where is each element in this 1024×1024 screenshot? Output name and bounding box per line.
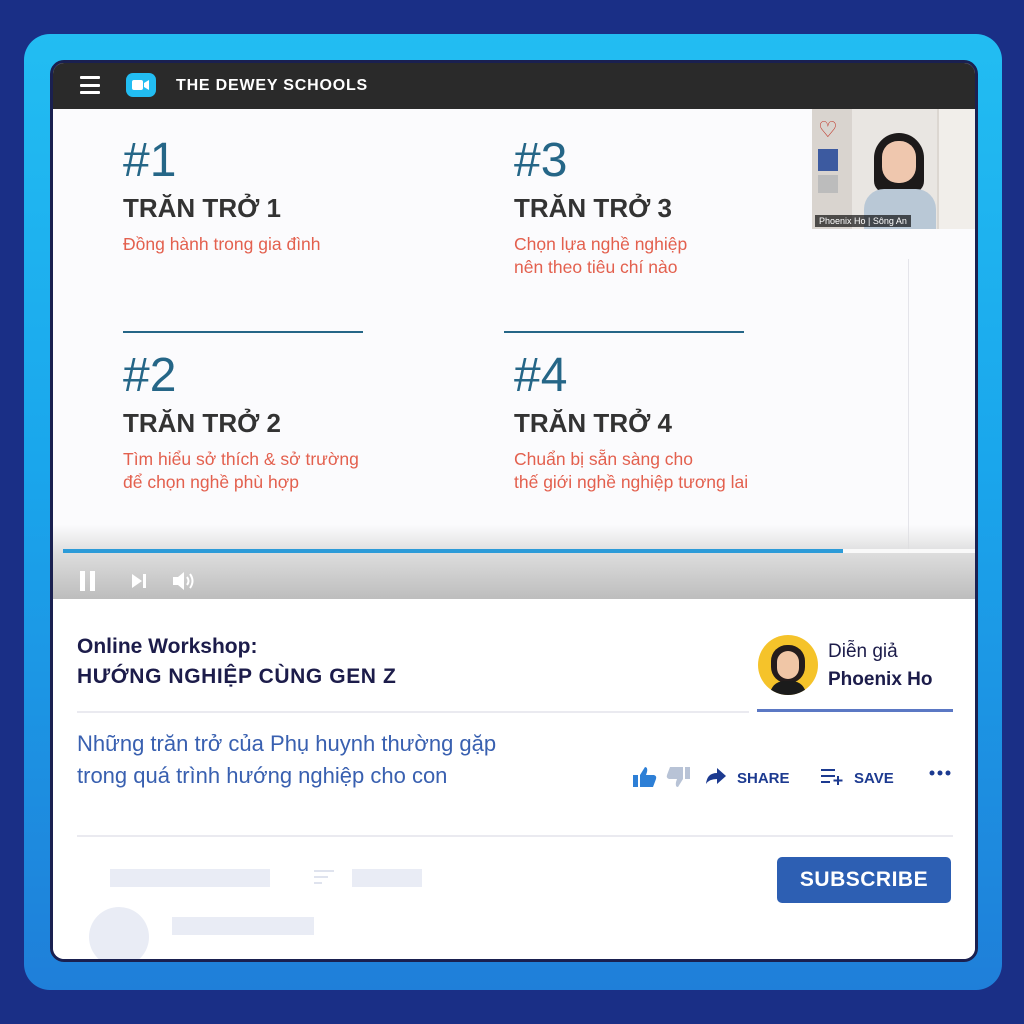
cam-door <box>937 109 975 229</box>
item-desc: Chuẩn bị sẵn sàng cho thế giới nghề nghi… <box>514 448 748 494</box>
item-desc-line: thế giới nghề nghiệp tương lai <box>514 472 749 492</box>
more-icon[interactable] <box>928 769 952 777</box>
thumbs-up-icon <box>632 765 658 793</box>
share-button[interactable]: SHARE <box>705 767 790 789</box>
placeholder-avatar <box>89 907 149 959</box>
speaker-avatar[interactable] <box>758 635 818 695</box>
pause-icon[interactable] <box>80 571 96 591</box>
item-number: #4 <box>514 349 568 402</box>
item-desc-line: Chuẩn bị sẵn sàng cho <box>514 449 694 469</box>
speaker-underline <box>757 709 953 712</box>
item-title: TRĂN TRỞ 1 <box>123 193 281 223</box>
slide-item-1: #1 TRĂN TRỞ 1 Đồng hành trong gia đình <box>123 137 321 256</box>
item-desc-line: Chọn lựa nghề nghiệp <box>514 234 688 254</box>
item-desc: Tìm hiểu sở thích & sở trường để chọn ng… <box>123 448 359 494</box>
placeholder-bar <box>110 869 270 887</box>
share-label: SHARE <box>737 769 790 787</box>
save-playlist-icon <box>820 767 844 789</box>
video-camera-icon <box>126 73 156 97</box>
progress-fill <box>63 549 843 553</box>
save-label: SAVE <box>854 769 894 787</box>
hamburger-icon[interactable] <box>80 76 100 94</box>
section-divider <box>77 835 953 837</box>
item-desc-line: nên theo tiêu chí nào <box>514 257 678 277</box>
item-desc-line: Đồng hành trong gia đình <box>123 234 321 254</box>
skip-next-icon[interactable] <box>130 572 148 595</box>
video-description-line: Những trăn trở của Phụ huynh thường gặp <box>77 731 497 756</box>
speaker-camera-feed[interactable]: ♡ Phoenix Ho | Sông An <box>812 109 975 229</box>
item-title: TRĂN TRỞ 2 <box>123 408 281 438</box>
like-button[interactable] <box>632 765 658 793</box>
placeholder-bar <box>172 917 314 935</box>
subscribe-button[interactable]: SUBSCRIBE <box>777 857 951 903</box>
video-description-line: trong quá trình hướng nghiệp cho con <box>77 763 448 788</box>
video-window: THE DEWEY SCHOOLS #1 TRĂN TRỞ 1 Đồng hàn… <box>50 60 978 962</box>
video-info-panel: Online Workshop: HƯỚNG NGHIỆP CÙNG GEN Z… <box>53 599 975 959</box>
item-desc: Đồng hành trong gia đình <box>123 233 321 256</box>
item-number: #3 <box>514 134 568 187</box>
progress-bar[interactable] <box>63 549 975 553</box>
cam-poster <box>818 175 838 193</box>
sort-icon <box>314 869 336 890</box>
heart-decoration: ♡ <box>818 117 838 142</box>
info-divider <box>77 711 749 713</box>
item-desc-line: để chọn nghề phù hợp <box>123 472 299 492</box>
item-divider <box>123 331 363 333</box>
item-desc: Chọn lựa nghề nghiệp nên theo tiêu chí n… <box>514 233 687 279</box>
cam-poster <box>818 149 838 171</box>
save-button[interactable]: SAVE <box>820 767 894 789</box>
workshop-label: Online Workshop: <box>77 635 258 658</box>
slide-item-2: #2 TRĂN TRỞ 2 Tìm hiểu sở thích & sở trư… <box>123 352 359 494</box>
volume-icon[interactable] <box>171 570 197 597</box>
workshop-title: HƯỚNG NGHIỆP CÙNG GEN Z <box>77 665 397 688</box>
placeholder-bar <box>352 869 422 887</box>
item-number: #1 <box>123 134 177 187</box>
item-desc-line: Tìm hiểu sở thích & sở trường <box>123 449 359 469</box>
cam-person-face <box>882 141 916 183</box>
item-divider <box>504 331 744 333</box>
item-title: TRĂN TRỞ 3 <box>514 193 672 223</box>
slide-item-4: #4 TRĂN TRỞ 4 Chuẩn bị sẵn sàng cho thế … <box>514 352 748 494</box>
camera-name-label: Phoenix Ho | Sông An <box>815 215 911 227</box>
speaker-name[interactable]: Phoenix Ho <box>828 669 933 691</box>
speaker-label: Diễn giả <box>828 641 898 662</box>
slide-divider <box>908 259 909 564</box>
share-icon <box>705 767 727 789</box>
top-bar: THE DEWEY SCHOOLS <box>53 63 975 109</box>
dislike-button[interactable] <box>665 765 691 793</box>
item-number: #2 <box>123 349 177 402</box>
item-title: TRĂN TRỞ 4 <box>514 408 672 438</box>
thumbs-down-icon <box>665 765 691 793</box>
brand-name: THE DEWEY SCHOOLS <box>176 77 368 94</box>
slide-item-3: #3 TRĂN TRỞ 3 Chọn lựa nghề nghiệp nên t… <box>514 137 687 279</box>
